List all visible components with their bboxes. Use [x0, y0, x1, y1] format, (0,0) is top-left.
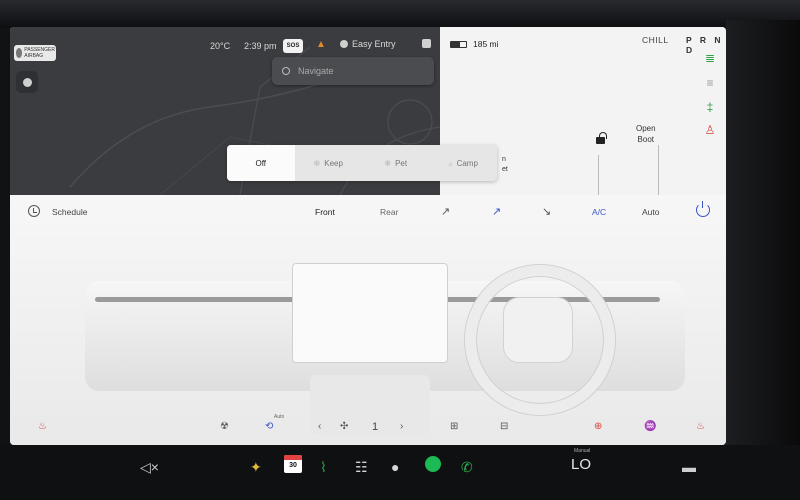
cabin-illustration [10, 225, 726, 435]
climate-panel: Schedule Front Rear ↗ ↗ ↘ A/C Auto ♨ ☢ A… [10, 195, 726, 445]
spotify-icon[interactable] [425, 456, 441, 472]
center-display-illustration [292, 263, 448, 363]
seatbelt-icon: ♙ [704, 123, 716, 137]
steering-hub [503, 297, 573, 363]
front-defrost-icon[interactable]: ⊟ [500, 421, 508, 432]
vent-feet-icon[interactable]: ↘ [542, 205, 551, 218]
ac-button[interactable]: A/C [592, 207, 606, 217]
wiper-defrost-icon[interactable]: ♒ [644, 421, 656, 432]
airbag-icon [16, 48, 23, 58]
mode-camp[interactable]: ▵ Camp [430, 145, 498, 181]
lock-icon[interactable] [422, 39, 431, 48]
navigate-search[interactable]: Navigate [272, 57, 434, 85]
bezel-top [0, 0, 800, 28]
bezel-right [726, 20, 800, 450]
auto-button[interactable]: Auto [642, 207, 660, 217]
map-recenter-button[interactable] [16, 71, 38, 93]
fan-increase-button[interactable]: › [400, 421, 403, 432]
bottom-dock: ◁× ✦ ⌇ ☷ ● ✆ ▬ [0, 445, 800, 500]
touchscreen: PASSENGER AIRBAG 20°C 2:39 pm SOS ▲ Easy… [10, 27, 726, 445]
mode-pet[interactable]: ❋ Pet [362, 145, 430, 181]
clock-icon [28, 205, 40, 217]
vent-split-icon[interactable]: ↗ [492, 205, 501, 218]
toybox-icon[interactable]: ✦ [250, 459, 262, 475]
driver-profile-button[interactable]: Easy Entry [340, 39, 396, 49]
outside-temperature: 20°C [210, 41, 231, 51]
rear-defrost-icon[interactable]: ⊞ [450, 421, 458, 432]
front-climate-tab[interactable]: Front [315, 207, 335, 217]
battery-icon [450, 40, 467, 48]
mute-icon[interactable]: ◁× [140, 459, 159, 475]
center-console [310, 375, 430, 435]
search-icon [282, 67, 290, 75]
air-recirc-icon[interactable]: ⟲ [265, 421, 273, 432]
fan-icon: ✻ [313, 158, 321, 168]
open-boot-button[interactable]: Open Boot [636, 123, 656, 145]
location-icon [22, 77, 32, 87]
fog-light-icon: ‡ [706, 100, 714, 114]
low-beam-icon: ≣ [704, 51, 716, 65]
passenger-airbag-badge: PASSENGER AIRBAG [14, 45, 56, 61]
calendar-icon[interactable]: 30 [284, 455, 302, 473]
display-frame: PASSENGER AIRBAG 20°C 2:39 pm SOS ▲ Easy… [0, 0, 800, 500]
controls-icon[interactable]: ☷ [355, 459, 368, 475]
phone-icon[interactable]: ✆ [461, 459, 473, 475]
boot-pointer-line [658, 145, 659, 195]
climate-mode-selector: Off ✻ Keep ❋ Pet ▵ Camp [227, 145, 497, 181]
camera-icon[interactable]: ● [391, 459, 399, 475]
passenger-seat-heat-icon[interactable]: ♨ [696, 421, 705, 432]
driver-seat-heat-icon[interactable]: ♨ [38, 421, 47, 432]
fan-speed: 1 [372, 421, 379, 433]
fan-decrease-button[interactable]: ‹ [318, 421, 321, 432]
drive-mode[interactable]: CHILL [642, 35, 669, 45]
steering-heat-icon[interactable]: ⊕ [594, 421, 602, 432]
alert-icon[interactable]: ▲ [316, 39, 326, 50]
paw-icon: ❋ [384, 158, 392, 168]
vent-face-icon[interactable]: ↗ [441, 205, 450, 218]
fan-icon: ✣ [340, 421, 349, 432]
energy-app-icon[interactable]: ⌇ [320, 459, 327, 475]
passenger-climate-mode: Manual [574, 448, 591, 454]
door-pointer-line [598, 155, 599, 195]
unlock-icon[interactable] [596, 132, 607, 144]
tent-icon: ▵ [448, 158, 453, 168]
headlight-icon: ≡ [706, 76, 714, 90]
sos-button[interactable]: SOS [283, 39, 303, 53]
battery-range: 185 mi [450, 39, 499, 49]
rear-climate-tab[interactable]: Rear [380, 207, 398, 217]
climate-power-icon[interactable] [696, 201, 710, 217]
user-icon [340, 40, 348, 48]
auto-indicator: Auto [274, 414, 285, 420]
mode-off[interactable]: Off [227, 145, 295, 181]
passenger-temperature[interactable]: LO [571, 456, 591, 473]
car-icon[interactable]: ▬ [682, 459, 696, 475]
recirculate-icon[interactable]: ☢ [220, 421, 229, 432]
mode-keep[interactable]: ✻ Keep [295, 145, 363, 181]
clock: 2:39 pm [244, 41, 277, 51]
frunk-label: n et [502, 156, 508, 173]
schedule-button[interactable]: Schedule [52, 207, 87, 217]
